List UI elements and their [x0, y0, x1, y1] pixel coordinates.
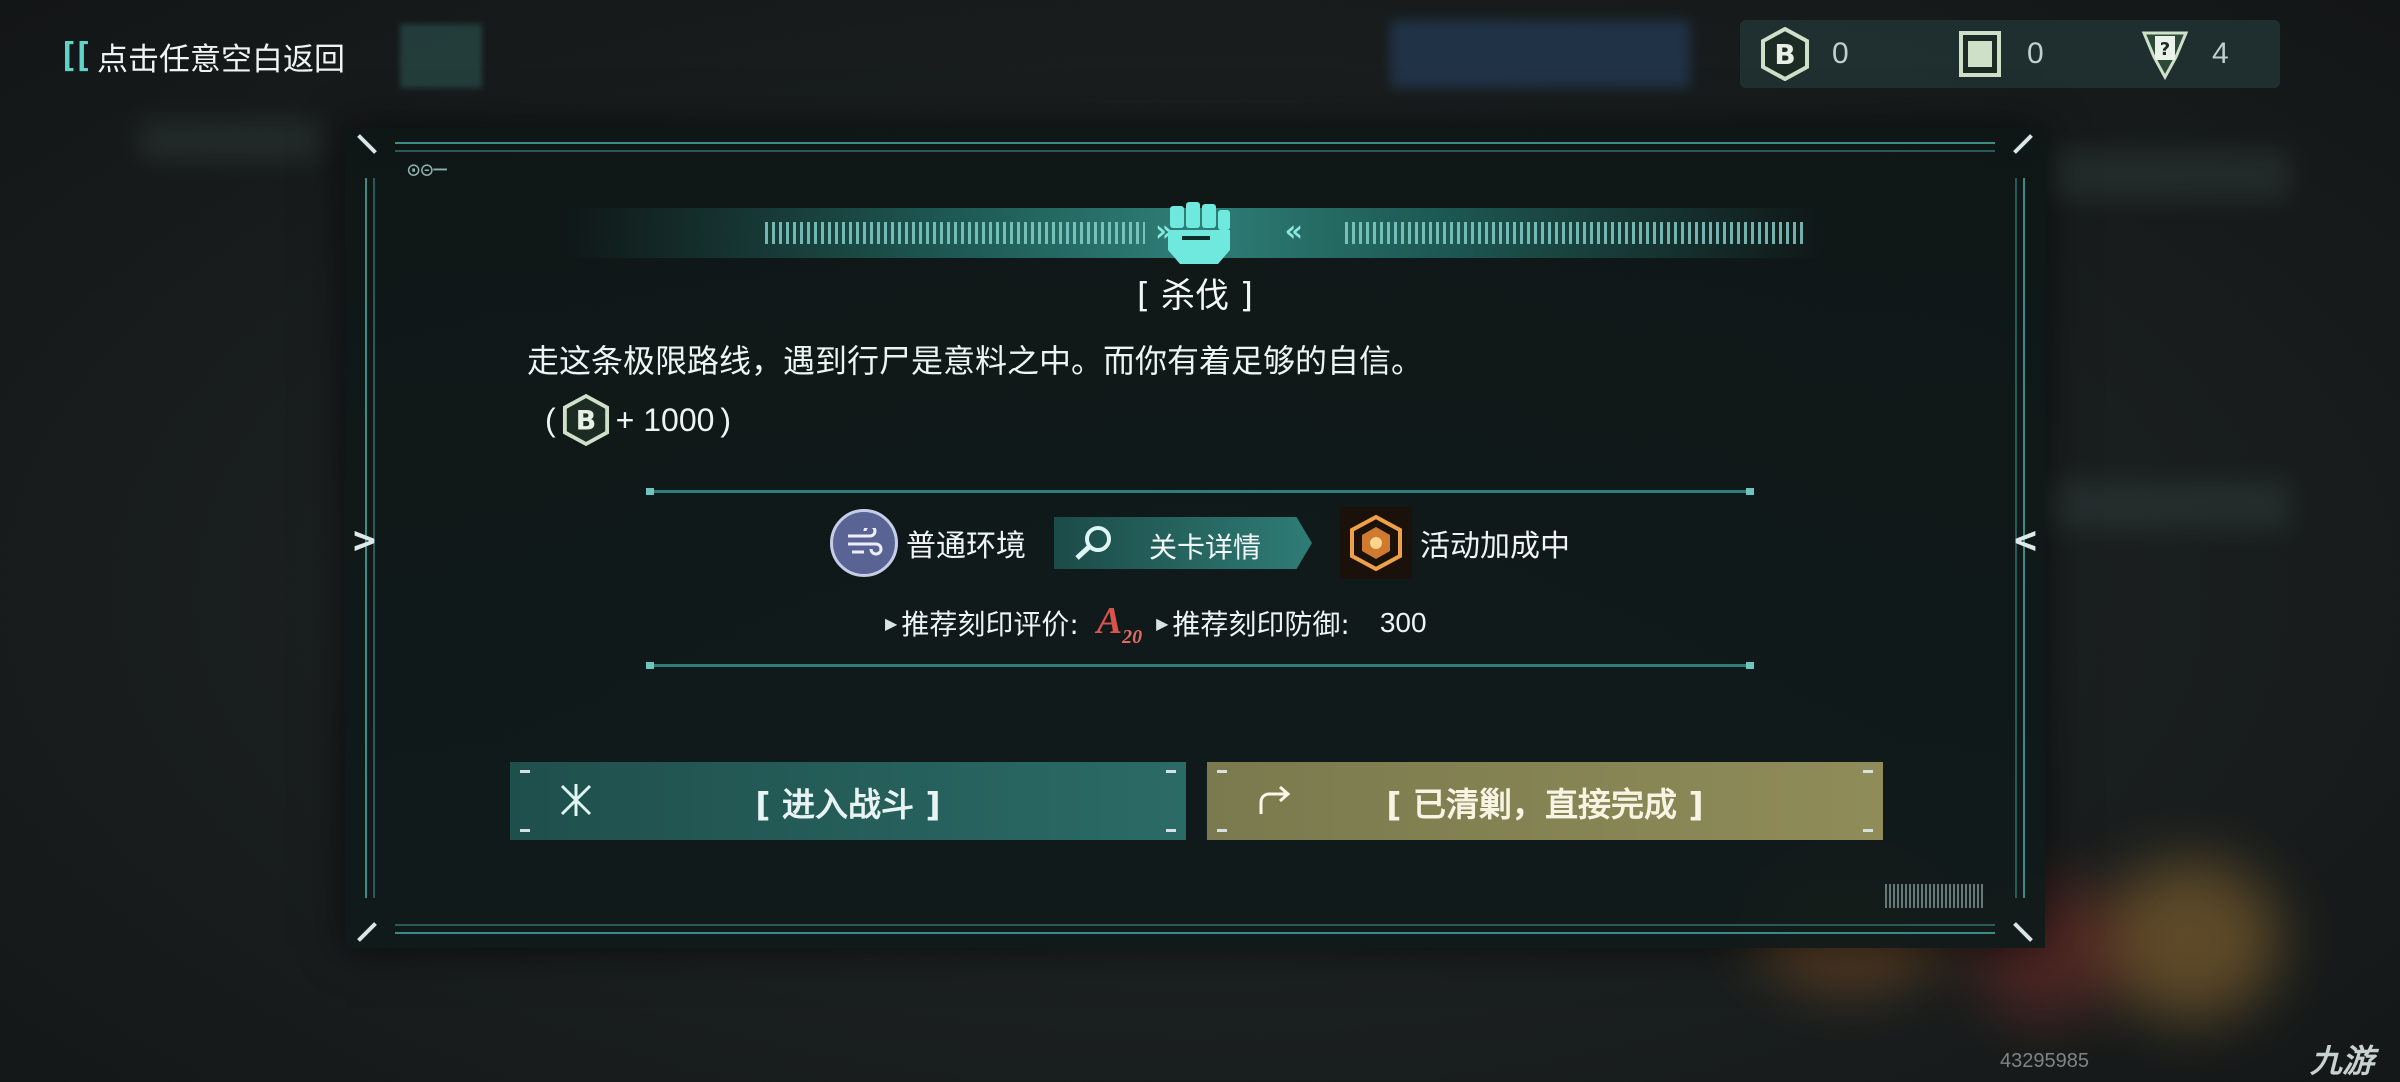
direct-complete-label: [ 已清剿，直接完成 ] — [1386, 785, 1704, 824]
enter-battle-button[interactable]: [ 进入战斗 ] — [510, 762, 1186, 840]
bg-blur-panel — [140, 120, 320, 160]
bg-blur-gold — [2100, 860, 2280, 1020]
rating-grade-sub: 20 — [1122, 626, 1143, 649]
btn-corner — [1166, 770, 1176, 773]
frame-border — [395, 924, 1995, 934]
recommend-defense-label: 推荐刻印防御: — [1172, 608, 1350, 641]
currency-value: 0 — [2027, 37, 2044, 70]
divider — [646, 488, 1754, 495]
corner-mark — [2013, 922, 2033, 942]
ticket-icon — [1959, 31, 2001, 77]
blurred-top-button[interactable] — [1390, 20, 1690, 88]
image-id-text: 43295985 — [2000, 1050, 2089, 1072]
reward-open-paren: ( — [545, 401, 556, 438]
chevron-left-icon: « — [1285, 214, 1304, 249]
enter-battle-label: [ 进入战斗 ] — [755, 785, 941, 824]
triangle-bullet-icon: ▶ — [885, 613, 898, 633]
magnifier-icon — [1075, 526, 1111, 560]
rating-grade: A — [1096, 599, 1123, 642]
bg-blur-panel — [2050, 150, 2290, 200]
stage-detail-label: 关卡详情 — [1149, 531, 1262, 564]
prev-arrow-button[interactable]: > — [353, 518, 376, 562]
banner-stripes — [1345, 222, 1805, 244]
stage-detail-button[interactable]: 关卡详情 — [1054, 517, 1312, 569]
stage-title: [ 杀伐 ] — [1136, 276, 1254, 316]
btn-corner — [1863, 770, 1873, 773]
svg-text:B: B — [1774, 38, 1795, 71]
btn-corner — [520, 770, 530, 773]
menu-button[interactable] — [400, 24, 482, 88]
back-label: 点击任意空白返回 — [96, 41, 345, 78]
direct-complete-button[interactable]: [ 已清剿，直接完成 ] — [1207, 762, 1883, 840]
frame-border — [395, 142, 1995, 152]
corner-mark — [357, 922, 377, 942]
btn-corner — [1863, 829, 1873, 832]
event-bonus-label: 活动加成中 — [1420, 529, 1570, 564]
stage-description: 走这条极限路线，遇到行尸是意料之中。而你有着足够的自信。 — [527, 342, 1424, 380]
stage-tags: 普通环境 关卡详情 活动加成中 — [830, 507, 1570, 579]
triangle-bullet-icon: ▶ — [1156, 613, 1169, 633]
fist-icon — [1168, 202, 1230, 264]
site-logo: 九游 — [2310, 1042, 2375, 1080]
currency-value: 4 — [2212, 37, 2229, 70]
b-coin-icon: B — [1761, 27, 1809, 81]
b-coin-icon: B — [562, 393, 609, 447]
btn-corner — [1217, 770, 1227, 773]
btn-corner — [1217, 829, 1227, 832]
currency-b-coin[interactable]: B 0 — [1760, 20, 1849, 88]
bg-blur-panel — [2050, 480, 2290, 530]
divider — [646, 662, 1754, 669]
corner-mark — [2013, 134, 2033, 154]
btn-corner — [1166, 829, 1176, 832]
barcode-decoration — [1885, 884, 1985, 908]
question-card-icon: ? — [2141, 31, 2189, 81]
banner-stripes — [765, 222, 1145, 244]
recommend-defense-value: 300 — [1379, 607, 1427, 638]
rating-grade-badge: A20 — [1096, 599, 1143, 649]
currency-bar: B 0 0 ? 4 — [1740, 20, 2280, 88]
reward-line: ( B + 1000 ) — [545, 393, 731, 447]
stage-dialog: ⊙⊝─ > < » « [ 杀伐 ] 走这条极限路线，遇到行尸是意料之中。而你有… — [345, 128, 2045, 948]
next-arrow-button[interactable]: < — [2014, 518, 2037, 562]
svg-text:B: B — [575, 406, 595, 437]
recommend-rating-label: 推荐刻印评价: — [901, 608, 1079, 641]
back-button[interactable]: [[ 点击任意空白返回 — [58, 30, 345, 82]
back-bracket-icon: [[ — [58, 36, 93, 76]
reward-close-paren: ) — [720, 401, 732, 438]
currency-question-card[interactable]: ? 4 — [2140, 20, 2229, 88]
event-bonus-icon — [1340, 507, 1412, 579]
btn-corner — [520, 829, 530, 832]
wind-icon — [830, 509, 898, 577]
currency-value: 0 — [1832, 37, 1849, 70]
recommend-row: ▶ 推荐刻印评价: A20 ▶ 推荐刻印防御: 300 — [885, 598, 1427, 649]
svg-text:?: ? — [2160, 39, 2170, 60]
currency-ticket[interactable]: 0 — [1955, 20, 2044, 88]
corner-mark — [357, 134, 377, 154]
environment-label: 普通环境 — [906, 529, 1026, 564]
reward-amount: + 1000 — [615, 401, 715, 438]
deco-tag: ⊙⊝─ — [407, 158, 447, 183]
